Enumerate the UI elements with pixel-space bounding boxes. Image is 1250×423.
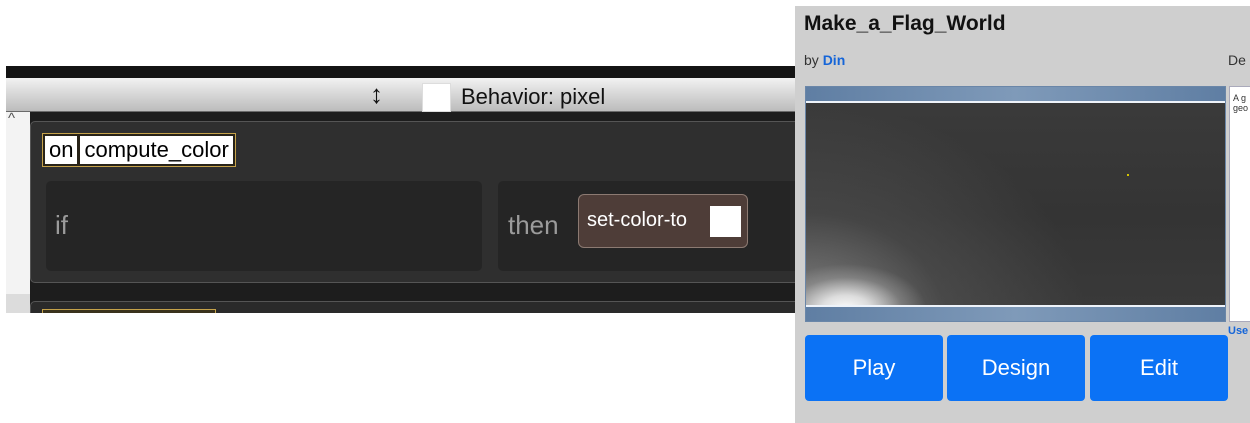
- if-label: if: [55, 210, 68, 240]
- project-card: Make_a_Flag_World by Din De A g geo Use …: [795, 6, 1250, 423]
- event-trigger[interactable]: on compute_color: [42, 133, 236, 167]
- world-preview: [805, 86, 1226, 322]
- preview-dot: [1127, 174, 1129, 176]
- design-button[interactable]: Design: [947, 335, 1085, 401]
- trigger-keyword: on: [45, 136, 78, 164]
- preview-top-band: [806, 87, 1225, 103]
- play-button[interactable]: Play: [805, 335, 943, 401]
- description-label: De: [1228, 52, 1246, 68]
- resize-vertical-icon[interactable]: ↕: [370, 79, 383, 109]
- project-title: Make_a_Flag_World: [804, 12, 1006, 35]
- author-line: by Din: [804, 52, 845, 68]
- edit-button[interactable]: Edit: [1090, 335, 1228, 401]
- action-name: set-color-to: [587, 209, 688, 231]
- description-panel: A g geo: [1229, 86, 1250, 322]
- trigger-event-name[interactable]: compute_color: [80, 136, 233, 164]
- then-label: then: [508, 210, 559, 240]
- scroll-up-icon[interactable]: ^: [8, 110, 15, 127]
- action-color-value[interactable]: [710, 206, 741, 237]
- editor-top-edge: [6, 66, 795, 78]
- behavior-color-swatch[interactable]: [422, 83, 451, 112]
- if-condition-slot[interactable]: if: [46, 181, 482, 271]
- scrollbar-footer: [6, 294, 30, 313]
- then-action-slot[interactable]: then set-color-to: [498, 181, 795, 271]
- behavior-title-bar[interactable]: ↕ Behavior: pixel: [6, 78, 795, 112]
- vertical-scrollbar[interactable]: ^: [6, 110, 30, 294]
- next-rule-trigger[interactable]: [42, 309, 216, 313]
- set-color-action-block[interactable]: set-color-to: [578, 194, 748, 248]
- preview-background: [806, 87, 1225, 321]
- use-link[interactable]: Use: [1228, 325, 1248, 337]
- author-link[interactable]: Din: [823, 52, 846, 68]
- behavior-editor: ↕ Behavior: pixel ^ on compute_color if …: [6, 66, 795, 313]
- preview-bottom-band: [806, 305, 1225, 321]
- behavior-title: Behavior: pixel: [461, 84, 606, 109]
- by-prefix: by: [804, 52, 819, 68]
